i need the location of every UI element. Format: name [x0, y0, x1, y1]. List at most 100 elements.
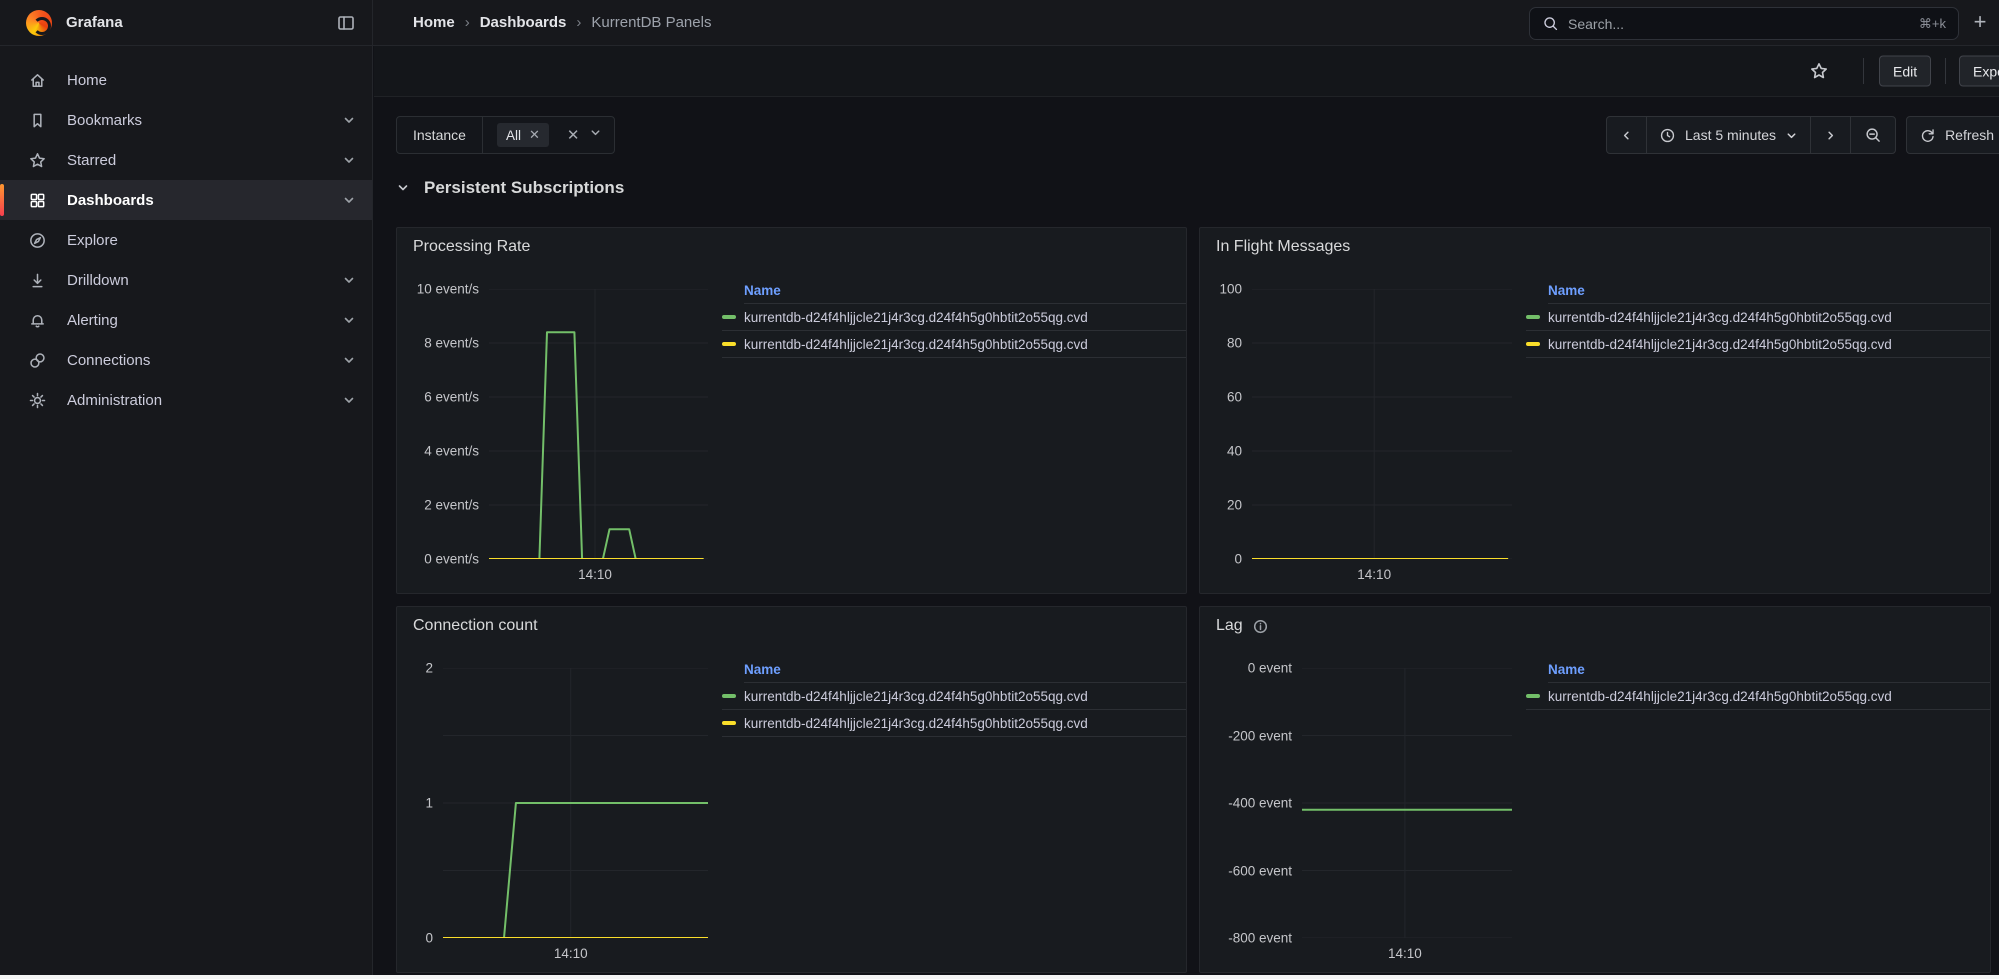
legend-header[interactable]: Name: [744, 283, 1186, 304]
refresh-button[interactable]: Refresh: [1907, 117, 1999, 153]
sidebar-item-alerting[interactable]: Alerting: [0, 300, 372, 340]
remove-value-icon[interactable]: ✕: [529, 127, 540, 143]
drilldown-icon: [28, 271, 47, 290]
legend-row[interactable]: kurrentdb-d24f4hljjcle21j4r3cg.d24f4h5g0…: [722, 683, 1186, 710]
legend-row[interactable]: kurrentdb-d24f4hljjcle21j4r3cg.d24f4h5g0…: [722, 710, 1186, 737]
time-controls: Last 5 minutes Refresh: [1606, 116, 1999, 154]
zoom-out-button[interactable]: [1851, 117, 1895, 153]
time-range-picker[interactable]: Last 5 minutes: [1647, 117, 1811, 153]
time-back-button[interactable]: [1607, 117, 1647, 153]
time-forward-button[interactable]: [1811, 117, 1851, 153]
y-axis: 210: [413, 668, 443, 938]
panel-lag: Lag 0 event-200 event-400 event-600 even…: [1199, 606, 1991, 973]
panel-title[interactable]: Processing Rate: [413, 238, 530, 256]
legend-row[interactable]: kurrentdb-d24f4hljjcle21j4r3cg.d24f4h5g0…: [1526, 304, 1990, 331]
y-axis-tick: 80: [1227, 336, 1242, 351]
instance-filter-label: Instance: [397, 117, 483, 153]
breadcrumb-dashboards[interactable]: Dashboards: [480, 14, 567, 31]
breadcrumb-separator: ›: [576, 14, 581, 31]
clear-selection-icon[interactable]: ✕: [567, 126, 580, 144]
plot-area[interactable]: 14:10: [1252, 289, 1512, 594]
section-persistent-subscriptions[interactable]: Persistent Subscriptions: [396, 178, 624, 198]
y-axis-tick: 100: [1219, 282, 1242, 297]
toolbar-divider: [1863, 58, 1864, 84]
chevron-down-icon[interactable]: [342, 393, 356, 407]
panel-title[interactable]: Lag: [1216, 617, 1243, 635]
panel-title[interactable]: In Flight Messages: [1216, 238, 1350, 256]
y-axis-tick: 8 event/s: [424, 336, 479, 351]
chevron-down-icon[interactable]: [342, 113, 356, 127]
chevron-down-icon[interactable]: [342, 153, 356, 167]
main-area: Edit Export Instance All ✕ ✕: [374, 46, 1999, 979]
sidebar-item-bookmarks[interactable]: Bookmarks: [0, 100, 372, 140]
chevron-down-icon[interactable]: [342, 193, 356, 207]
chevron-down-icon: [1785, 129, 1798, 142]
sidebar-item-home[interactable]: Home: [0, 60, 372, 100]
plot-area[interactable]: 14:10: [489, 289, 708, 594]
chevron-down-icon[interactable]: [589, 126, 602, 144]
legend-header[interactable]: Name: [744, 662, 1186, 683]
legend-header[interactable]: Name: [1548, 283, 1990, 304]
y-axis-tick: 4 event/s: [424, 444, 479, 459]
search-icon: [1542, 15, 1559, 32]
info-icon[interactable]: [1253, 619, 1268, 634]
y-axis-tick: 0 event/s: [424, 552, 479, 567]
refresh-icon: [1919, 127, 1936, 144]
time-picker-group: Last 5 minutes: [1606, 116, 1896, 154]
legend-row[interactable]: kurrentdb-d24f4hljjcle21j4r3cg.d24f4h5g0…: [722, 304, 1186, 331]
search-input[interactable]: [1568, 16, 1919, 32]
sidebar-item-dashboards[interactable]: Dashboards: [0, 180, 372, 220]
compass-icon: [28, 231, 47, 250]
y-axis-tick: 0: [425, 931, 433, 946]
legend: Name kurrentdb-d24f4hljjcle21j4r3cg.d24f…: [708, 283, 1186, 594]
series-swatch: [1526, 694, 1540, 698]
dashboards-grid-icon: [28, 191, 47, 210]
y-axis-tick: 6 event/s: [424, 390, 479, 405]
grafana-app: Grafana Home › Dashboards › KurrentDB Pa…: [0, 0, 1999, 979]
search-box[interactable]: ⌘+k: [1529, 7, 1959, 40]
legend-row[interactable]: kurrentdb-d24f4hljjcle21j4r3cg.d24f4h5g0…: [1526, 331, 1990, 358]
x-axis-tick: 14:10: [578, 567, 612, 582]
sidebar-collapse-icon[interactable]: [334, 11, 358, 35]
time-range-label: Last 5 minutes: [1685, 127, 1776, 143]
breadcrumb-home[interactable]: Home: [413, 14, 455, 31]
edit-button[interactable]: Edit: [1879, 56, 1931, 87]
y-axis-tick: 2 event/s: [424, 498, 479, 513]
chevron-down-icon: [396, 181, 410, 195]
chevron-down-icon[interactable]: [342, 273, 356, 287]
y-axis-tick: 0 event: [1248, 661, 1292, 676]
plot-area[interactable]: 14:10: [443, 668, 708, 973]
add-icon[interactable]: +: [1967, 10, 1993, 36]
top-header: Grafana Home › Dashboards › KurrentDB Pa…: [0, 0, 1999, 46]
star-icon: [28, 151, 47, 170]
section-title: Persistent Subscriptions: [424, 178, 624, 198]
clock-icon: [1659, 127, 1676, 144]
legend-header[interactable]: Name: [1548, 662, 1990, 683]
legend: Name kurrentdb-d24f4hljjcle21j4r3cg.d24f…: [1512, 662, 1990, 973]
panel-processing-rate: Processing Rate 10 event/s8 event/s6 eve…: [396, 227, 1187, 594]
chevron-down-icon[interactable]: [342, 353, 356, 367]
grafana-logo-icon[interactable]: [26, 10, 52, 36]
sidebar-item-administration[interactable]: Administration: [0, 380, 372, 420]
plot-area[interactable]: 14:10: [1302, 668, 1512, 973]
panel-connection-count: Connection count 210 14:10 Name kurr: [396, 606, 1187, 973]
chevron-down-icon[interactable]: [342, 313, 356, 327]
sidebar-item-starred[interactable]: Starred: [0, 140, 372, 180]
instance-value-chip[interactable]: All ✕: [497, 123, 549, 147]
favorite-star-button[interactable]: [1804, 56, 1834, 86]
sidebar-item-explore[interactable]: Explore: [0, 220, 372, 260]
y-axis-tick: -800 event: [1228, 931, 1292, 946]
legend-row[interactable]: kurrentdb-d24f4hljjcle21j4r3cg.d24f4h5g0…: [1526, 683, 1990, 710]
refresh-group: Refresh: [1906, 116, 1999, 154]
series-swatch: [1526, 315, 1540, 319]
breadcrumb-separator: ›: [465, 14, 470, 31]
sidebar-item-drilldown[interactable]: Drilldown: [0, 260, 372, 300]
export-button[interactable]: Export: [1959, 56, 1999, 87]
instance-filter: Instance All ✕ ✕: [396, 116, 615, 154]
header-brand: Grafana: [0, 0, 373, 45]
sidebar-item-connections[interactable]: Connections: [0, 340, 372, 380]
legend-row[interactable]: kurrentdb-d24f4hljjcle21j4r3cg.d24f4h5g0…: [722, 331, 1186, 358]
series-swatch: [722, 694, 736, 698]
panel-grid: Processing Rate 10 event/s8 event/s6 eve…: [396, 227, 1991, 973]
panel-title[interactable]: Connection count: [413, 617, 538, 635]
